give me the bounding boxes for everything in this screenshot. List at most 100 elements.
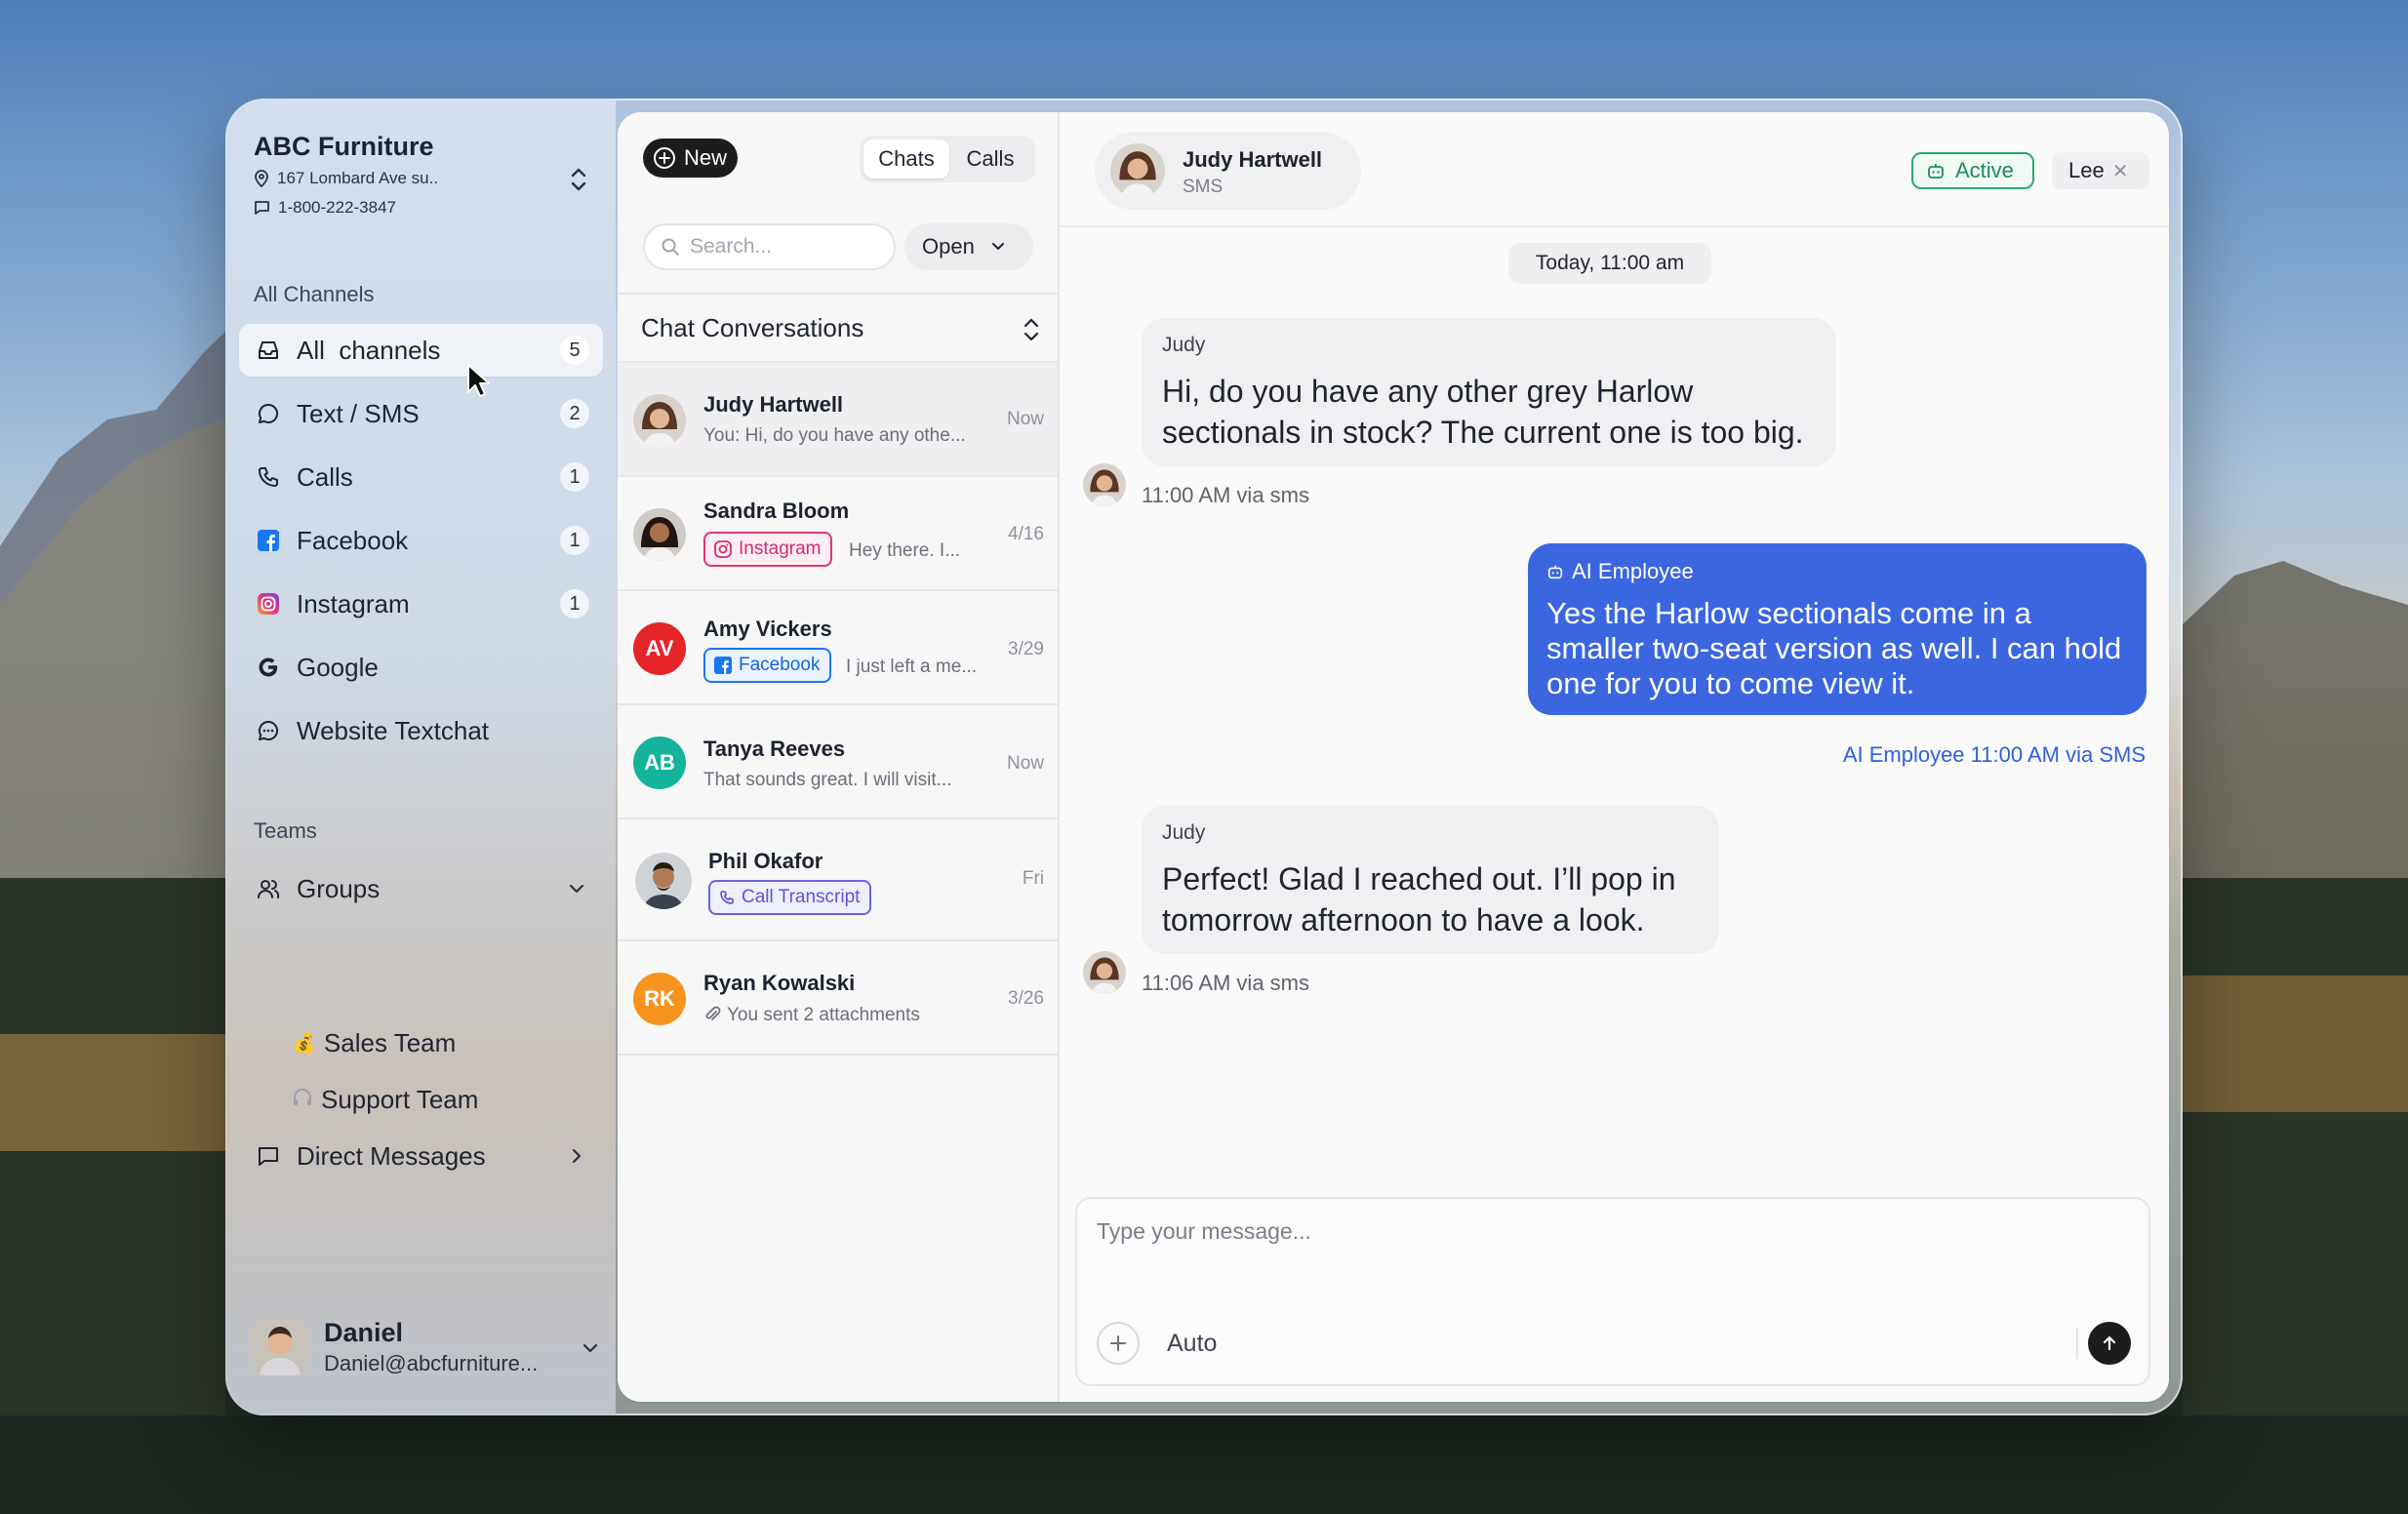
timestamp: 3/26 — [1008, 988, 1044, 1009]
sidebar-item-label: Google — [297, 652, 379, 682]
sidebar-item-calls[interactable]: Calls 1 — [239, 451, 603, 503]
sidebar-item-label: Calls — [297, 461, 353, 492]
avatar — [1083, 951, 1126, 994]
chip-label: Call Transcript — [742, 887, 861, 907]
message-preview: You sent 2 attachments — [727, 1005, 920, 1025]
contact-name: Judy Hartwell — [703, 392, 844, 417]
unread-count-badge: 2 — [560, 399, 589, 428]
chat-bubble-icon — [256, 401, 281, 426]
unread-count-badge: 1 — [560, 589, 589, 618]
timestamp: 3/29 — [1008, 639, 1044, 659]
assignee-name: Lee — [2068, 158, 2105, 182]
message-preview: That sounds great. I will visit... — [703, 770, 952, 790]
conversation-row-judy-hartwell[interactable]: Judy Hartwell You: Hi, do you have any o… — [618, 363, 1058, 477]
facebook-icon — [256, 528, 281, 553]
sidebar-item-sales-team[interactable]: 💰 Sales Team — [292, 1028, 456, 1058]
close-icon[interactable]: ✕ — [2112, 159, 2129, 183]
robot-icon — [1928, 164, 1944, 179]
sidebar-item-direct-messages[interactable]: Direct Messages — [239, 1130, 603, 1182]
avatar — [633, 394, 686, 447]
contact-header[interactable]: Judy Hartwell SMS — [1095, 132, 1361, 210]
arrow-up-icon — [2103, 1335, 2116, 1351]
ai-status-badge[interactable]: Active — [1911, 152, 2034, 189]
sidebar-item-website-textchat[interactable]: Website Textchat — [239, 704, 603, 757]
contact-name: Tanya Reeves — [703, 737, 846, 761]
incoming-message-bubble: Judy Perfect! Glad I reached out. I’ll p… — [1142, 806, 1719, 954]
sort-icon[interactable] — [1019, 315, 1044, 344]
timestamp: Now — [1006, 409, 1044, 429]
sidebar-item-instagram[interactable]: Instagram 1 — [239, 578, 603, 630]
chevron-down-icon — [569, 884, 584, 894]
sidebar-item-facebook[interactable]: Facebook 1 — [239, 514, 603, 567]
sidebar-item-groups[interactable]: Groups — [239, 862, 603, 915]
contact-name: Amy Vickers — [703, 617, 832, 641]
channel-chip-facebook: Facebook — [703, 648, 832, 683]
tab-chats[interactable]: Chats — [863, 139, 949, 179]
message-text: Yes the Harlow sectionals come in a smal… — [1546, 596, 2122, 700]
message-text: Hi, do you have any other grey Harlow se… — [1162, 374, 1804, 450]
robot-icon — [1547, 565, 1563, 579]
inbox-icon — [256, 338, 281, 363]
conversation-row-sandra-bloom[interactable]: Sandra Bloom Instagram Hey there. I... 4… — [618, 477, 1058, 591]
chip-label: Instagram — [739, 538, 822, 559]
add-attachment-button[interactable] — [1097, 1322, 1140, 1365]
outgoing-message-bubble: AI Employee Yes the Harlow sectionals co… — [1528, 543, 2147, 715]
sidebar-item-label: Instagram — [297, 588, 410, 618]
business-name: ABC Furniture — [254, 132, 434, 161]
unread-count-badge: 1 — [560, 526, 589, 555]
sidebar-item-label: Text / SMS — [297, 398, 420, 428]
timestamp: Fri — [1022, 868, 1044, 889]
instagram-icon — [256, 591, 281, 617]
status-filter-select[interactable]: Open — [904, 223, 1033, 270]
business-address: 167 Lombard Ave su.. — [254, 169, 438, 188]
sidebar-item-all-channels[interactable]: All channels 5 — [239, 324, 603, 377]
conversation-row-tanya-reeves[interactable]: AB Tanya Reeves That sounds great. I wil… — [618, 705, 1058, 819]
send-button[interactable] — [2088, 1322, 2131, 1365]
paperclip-icon — [705, 1006, 721, 1020]
google-icon — [256, 655, 281, 680]
main-panel: New Chats Calls Open Chat Conversations — [618, 112, 2169, 1402]
sidebar-item-support-team[interactable]: Support Team — [292, 1085, 478, 1115]
avatar: AV — [633, 622, 686, 675]
conversation-row-phil-okafor[interactable]: Phil Okafor Call Transcript Fri — [618, 819, 1058, 941]
contact-channel: SMS — [1183, 177, 1224, 197]
chevron-down-icon — [991, 243, 1004, 250]
message-sender: Judy — [1162, 821, 1206, 844]
sidebar-item-text-sms[interactable]: Text / SMS 2 — [239, 387, 603, 440]
message-meta: 11:06 AM via sms — [1142, 971, 1309, 995]
avatar — [252, 1319, 308, 1375]
avatar — [635, 853, 692, 909]
message-input[interactable] — [1097, 1218, 2111, 1277]
current-user-menu[interactable]: Daniel Daniel@abcfurniture... — [252, 1316, 603, 1380]
sidebar-item-label: All channels — [297, 335, 441, 365]
conversation-row-amy-vickers[interactable]: AV Amy Vickers Facebook I just left a me… — [618, 591, 1058, 705]
plus-circle-icon — [654, 147, 675, 169]
assignee-tag: Lee ✕ — [2052, 152, 2149, 189]
message-preview: I just left a me... — [846, 657, 978, 677]
new-conversation-button[interactable]: New — [643, 139, 739, 178]
message-preview: Hey there. I... — [849, 540, 961, 561]
contact-name: Judy Hartwell — [1183, 147, 1323, 172]
sidebar-item-google[interactable]: Google — [239, 641, 603, 694]
conversation-row-ryan-kowalski[interactable]: RK Ryan Kowalski You sent 2 attachments … — [618, 941, 1058, 1056]
contact-name: Sandra Bloom — [703, 498, 850, 523]
new-button-label: New — [684, 145, 728, 170]
message-preview: You: Hi, do you have any othe... — [703, 425, 966, 446]
sidebar-item-label: Facebook — [297, 525, 409, 555]
reply-mode-selector[interactable]: Auto — [1167, 1330, 1217, 1358]
message-meta: AI Employee 11:00 AM via SMS — [1842, 742, 2146, 767]
location-pin-icon — [255, 170, 268, 187]
phone-text: 1-800-222-3847 — [278, 198, 396, 217]
money-bag-icon: 💰 — [292, 1033, 316, 1055]
app-window: ABC Furniture 167 Lombard Ave su.. 1-800… — [225, 99, 2183, 1415]
chip-label: Facebook — [739, 655, 821, 675]
business-switcher-icon[interactable] — [565, 163, 592, 196]
search-box — [643, 223, 896, 270]
sidebar-item-label: Groups — [297, 873, 381, 903]
mouse-cursor-icon — [467, 364, 490, 397]
search-icon — [662, 238, 679, 256]
tab-calls[interactable]: Calls — [949, 139, 1031, 179]
incoming-message-bubble: Judy Hi, do you have any other grey Harl… — [1142, 318, 1836, 466]
user-email: Daniel@abcfurniture... — [324, 1351, 539, 1375]
search-input[interactable] — [690, 235, 875, 259]
